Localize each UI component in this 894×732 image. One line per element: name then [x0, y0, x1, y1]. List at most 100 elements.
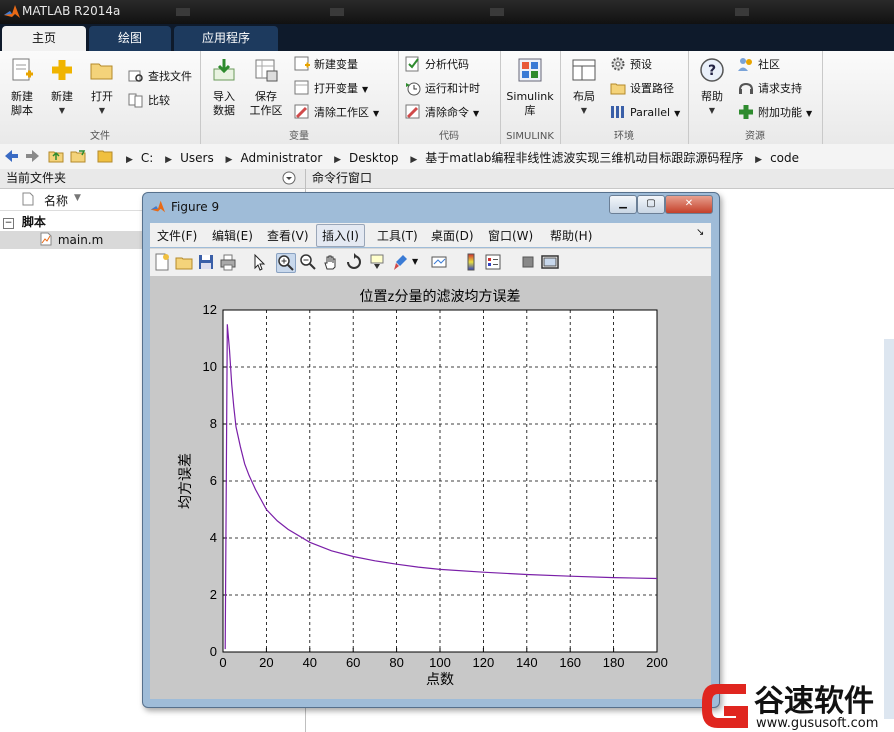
y-tick-label: 0	[210, 644, 217, 659]
up-folder-icon[interactable]	[48, 148, 64, 164]
dock-arrow-icon[interactable]: ↘	[696, 227, 704, 238]
menu-desktop[interactable]: 桌面(D)	[431, 227, 474, 244]
set-path-label: 设置路径	[630, 82, 674, 95]
breadcrumb-item[interactable]: Desktop	[349, 151, 399, 165]
analyze-code-icon	[405, 56, 419, 72]
find-files-button[interactable]: 查找文件	[128, 67, 192, 87]
breadcrumb-item[interactable]: 基于matlab编程非线性滤波实现三维机动目标跟踪源码程序	[425, 151, 743, 165]
set-path-button[interactable]: 设置路径	[610, 79, 674, 99]
ribbon-group-resources: ? 帮助 ▼ 社区 请求支持 附加功能 ▼ 资源	[688, 51, 823, 144]
community-button[interactable]: 社区	[738, 55, 780, 75]
import-data-label: 导入 数据	[213, 90, 235, 117]
breadcrumb-item[interactable]: Administrator	[240, 151, 322, 165]
run-and-time-button[interactable]: 运行和计时	[405, 79, 480, 99]
pan-hand-icon[interactable]	[322, 253, 340, 271]
panel-menu-icon[interactable]	[282, 171, 296, 185]
zoom-out-icon[interactable]	[299, 253, 317, 271]
menu-file[interactable]: 文件(F)	[157, 227, 197, 244]
compare-button[interactable]: 比较	[128, 91, 170, 111]
brush-icon[interactable]	[391, 253, 409, 271]
y-tick-label: 4	[210, 530, 217, 545]
link-plot-icon[interactable]	[430, 253, 448, 271]
quick-access-icon[interactable]	[735, 8, 749, 16]
menu-window[interactable]: 窗口(W)	[488, 227, 533, 244]
figure-title-bar[interactable]: Figure 9 ▁ ▢ ✕	[143, 193, 719, 221]
colorbar-icon[interactable]	[462, 253, 480, 271]
tab-plots[interactable]: 绘图	[89, 26, 171, 51]
minimize-icon: ▁	[619, 198, 627, 209]
figure-title: Figure 9	[171, 200, 220, 214]
minimize-button[interactable]: ▁	[609, 195, 637, 214]
plot-chart[interactable]: 0 20 40 60 80 100 120 140 160 180 200 0 2 4 6 8 10 12 位置z分…	[150, 276, 711, 699]
hide-plot-tools-icon[interactable]	[519, 253, 537, 271]
analyze-code-button[interactable]: 分析代码	[405, 55, 469, 75]
new-button[interactable]: 新建 ▼	[40, 55, 84, 118]
new-script-label: 新建 脚本	[11, 90, 33, 117]
forward-arrow-icon[interactable]	[25, 148, 41, 164]
figure-canvas[interactable]: 0 20 40 60 80 100 120 140 160 180 200 0 2 4 6 8 10 12 位置z分…	[150, 276, 711, 699]
save-icon[interactable]	[197, 253, 215, 271]
plus-icon	[52, 60, 72, 80]
tab-apps[interactable]: 应用程序	[174, 26, 278, 51]
zoom-in-icon[interactable]	[276, 253, 296, 273]
quick-access-icon[interactable]	[490, 8, 504, 16]
new-script-button[interactable]: 新建 脚本	[0, 55, 44, 118]
open-variable-button[interactable]: 打开变量 ▼	[294, 79, 368, 99]
clear-commands-button[interactable]: 清除命令 ▼	[405, 103, 479, 123]
current-folder-title: 当前文件夹	[6, 171, 67, 185]
ribbon-group-simulink: Simulink 库 SIMULINK	[500, 51, 561, 144]
quick-access-icon[interactable]	[330, 8, 344, 16]
menu-help[interactable]: 帮助(H)	[550, 227, 592, 244]
simulink-library-button[interactable]: Simulink 库	[504, 55, 556, 118]
chevron-down-icon[interactable]: ▼	[412, 257, 418, 266]
collapse-icon[interactable]: −	[3, 218, 14, 229]
parallel-button[interactable]: Parallel ▼	[610, 103, 680, 123]
addons-button[interactable]: 附加功能 ▼	[738, 103, 812, 123]
breadcrumb-item[interactable]: Users	[180, 151, 214, 165]
breadcrumb-item[interactable]: C:	[141, 151, 153, 165]
matlab-logo-icon	[150, 200, 166, 213]
pointer-icon[interactable]	[250, 253, 268, 271]
figure-menu-bar: 文件(F) 编辑(E) 查看(V) 插入(I) 工具(T) 桌面(D) 窗口(W…	[150, 223, 711, 247]
column-name-label: 名称	[44, 194, 69, 208]
request-support-button[interactable]: 请求支持	[738, 79, 802, 99]
maximize-button[interactable]: ▢	[637, 195, 665, 214]
browse-folder-icon[interactable]	[70, 148, 86, 164]
open-button[interactable]: 打开 ▼	[80, 55, 124, 118]
new-label: 新建	[51, 90, 73, 103]
close-button[interactable]: ✕	[665, 195, 713, 214]
clear-workspace-icon	[294, 104, 309, 119]
layout-button[interactable]: 布局 ▼	[562, 55, 606, 118]
preferences-button[interactable]: 预设	[610, 55, 652, 75]
file-label: main.m	[57, 233, 104, 247]
import-data-button[interactable]: 导入 数据	[202, 55, 246, 118]
help-button[interactable]: ? 帮助 ▼	[690, 55, 734, 118]
tree-folder[interactable]: − 脚本	[3, 213, 46, 231]
tree-file-item[interactable]: main.m	[0, 231, 142, 249]
print-icon[interactable]	[219, 253, 237, 271]
folder-open-icon	[90, 63, 113, 80]
figure-toolbar: ▼	[150, 248, 711, 276]
rotate-3d-icon[interactable]	[345, 253, 363, 271]
menu-insert[interactable]: 插入(I)	[316, 224, 365, 247]
data-cursor-icon[interactable]	[368, 253, 386, 271]
back-arrow-icon[interactable]	[3, 148, 19, 164]
menu-view[interactable]: 查看(V)	[267, 227, 309, 244]
run-and-time-label: 运行和计时	[425, 82, 480, 95]
y-tick-label: 12	[203, 302, 217, 317]
new-variable-button[interactable]: 新建变量	[294, 55, 358, 75]
legend-icon[interactable]	[484, 253, 502, 271]
show-plot-tools-icon[interactable]	[541, 253, 559, 271]
save-workspace-button[interactable]: 保存 工作区	[244, 55, 288, 118]
scrollbar[interactable]	[884, 339, 894, 719]
new-figure-icon[interactable]	[153, 253, 171, 271]
tab-home[interactable]: 主页	[2, 26, 86, 51]
chevron-down-icon: ▼	[806, 109, 813, 118]
quick-access-icon[interactable]	[176, 8, 190, 16]
menu-tools[interactable]: 工具(T)	[377, 227, 418, 244]
clear-workspace-button[interactable]: 清除工作区 ▼	[294, 103, 379, 123]
open-file-icon[interactable]	[175, 253, 193, 271]
menu-edit[interactable]: 编辑(E)	[212, 227, 253, 244]
breadcrumb-item[interactable]: code	[770, 151, 799, 165]
watermark: 谷速软件 www.gususoft.com	[696, 676, 894, 732]
